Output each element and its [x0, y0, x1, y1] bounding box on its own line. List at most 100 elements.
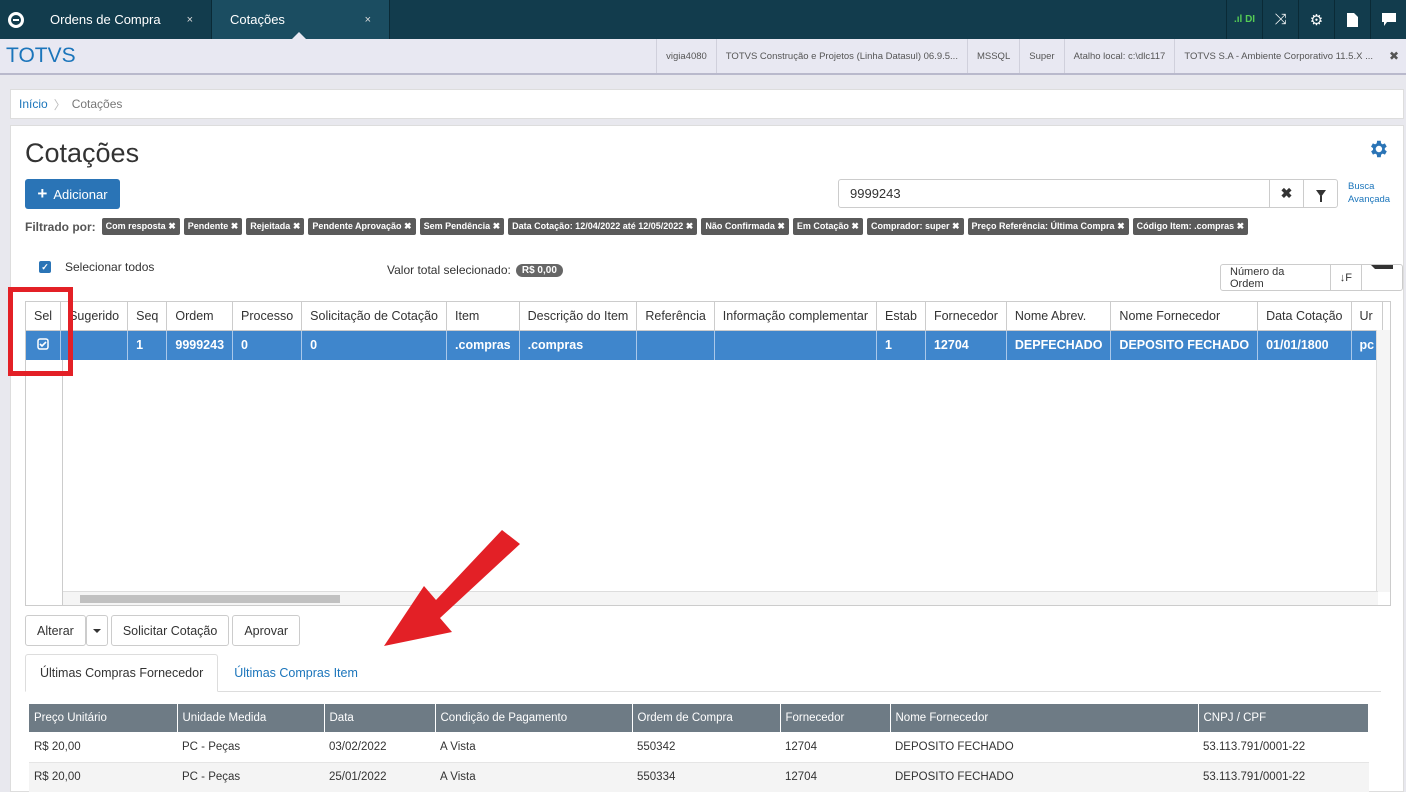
filter-chip[interactable]: Código Item: .compras ✖	[1132, 218, 1249, 235]
close-icon[interactable]: ✖	[1382, 39, 1406, 73]
col-data[interactable]: Data	[324, 704, 436, 732]
col-preco-unitario[interactable]: Preço Unitário	[29, 704, 178, 732]
col-nome-fornecedor[interactable]: Nome Fornecedor	[1110, 302, 1259, 331]
col-condicao-pagamento[interactable]: Condição de Pagamento	[435, 704, 633, 732]
cell-condicao: A Vista	[435, 762, 632, 792]
solicitar-cotacao-button[interactable]: Solicitar Cotação	[110, 615, 230, 646]
advanced-search-line2: Avançada	[1348, 194, 1391, 205]
select-all-checkbox[interactable]: ✓	[39, 261, 51, 273]
col-solicitacao[interactable]: Solicitação de Cotação	[301, 302, 448, 331]
aprovar-button[interactable]: Aprovar	[232, 615, 301, 646]
page-title: Cotações	[25, 138, 140, 168]
horizontal-scrollbar[interactable]	[63, 591, 1378, 605]
order-dropdown-button[interactable]	[1362, 265, 1402, 290]
cell-data-cotacao: 01/01/1800	[1257, 330, 1352, 360]
col-referencia[interactable]: Referência	[636, 302, 715, 331]
cell-data: 25/01/2022	[324, 762, 435, 792]
cell-processo: 0	[232, 330, 303, 360]
col-item[interactable]: Item	[446, 302, 520, 331]
total-value: Valor total selecionado: R$ 0,00	[387, 263, 563, 277]
filter-chip[interactable]: Em Cotação ✖	[792, 218, 863, 235]
cell-nome-fornecedor: DEPOSITO FECHADO	[890, 732, 1198, 763]
filter-chip[interactable]: Não Confirmada ✖	[701, 218, 789, 235]
tab-ultimas-compras-item[interactable]: Últimas Compras Item	[220, 654, 372, 691]
col-cnpj-cpf[interactable]: CNPJ / CPF	[1198, 704, 1369, 732]
info-shortcut: Atalho local: c:\dlc117	[1063, 39, 1175, 73]
top-tab-bar: Ordens de Compra × Cotações × .ıl DI ⤨ ⚙	[0, 0, 1406, 39]
col-descricao[interactable]: Descrição do Item	[519, 302, 638, 331]
cell-nome-fornecedor: DEPOSITO FECHADO	[1110, 330, 1259, 360]
add-button[interactable]: + Adicionar	[25, 179, 120, 209]
filter-chip[interactable]: Pendente ✖	[183, 218, 243, 235]
totvs-logo-icon[interactable]	[0, 0, 32, 39]
cell-info-complementar	[714, 330, 878, 360]
gear-icon[interactable]: ⚙	[1298, 0, 1334, 39]
cell-item: .compras	[446, 330, 520, 360]
info-profile: Super	[1019, 39, 1063, 73]
vertical-scrollbar[interactable]	[1376, 330, 1390, 592]
alterar-dropdown-button[interactable]	[85, 615, 108, 646]
plus-icon: +	[37, 184, 48, 203]
chat-icon[interactable]	[1370, 0, 1406, 39]
funnel-icon	[1315, 190, 1326, 202]
tab-ordens-de-compra[interactable]: Ordens de Compra ×	[32, 0, 212, 39]
select-all[interactable]: ✓ Selecionar todos	[39, 260, 154, 274]
filter-chip[interactable]: Pendente Aprovação ✖	[308, 218, 416, 235]
cell-preco: R$ 20,00	[29, 732, 177, 763]
col-estab[interactable]: Estab	[876, 302, 926, 331]
red-highlight-box	[8, 287, 73, 376]
last-purchases-table: Preço Unitário Unidade Medida Data Condi…	[29, 704, 1369, 792]
tab-cotacoes[interactable]: Cotações ×	[212, 0, 390, 39]
col-info-complementar[interactable]: Informação complementar	[714, 302, 878, 331]
close-icon[interactable]: ×	[187, 14, 193, 26]
col-fornecedor[interactable]: Fornecedor	[925, 302, 1007, 331]
col-fornecedor[interactable]: Fornecedor	[780, 704, 891, 732]
col-ordem-de-compra[interactable]: Ordem de Compra	[632, 704, 781, 732]
breadcrumb: Início 〉 Cotações	[10, 89, 1404, 119]
filter-chip[interactable]: Preço Referência: Última Compra ✖	[967, 218, 1129, 235]
quotations-grid: Sel Sugerido Seq Ordem Processo Solicita…	[25, 301, 1391, 606]
breadcrumb-home-link[interactable]: Início	[19, 97, 48, 111]
cell-ordem: 550342	[632, 732, 780, 763]
breadcrumb-current: Cotações	[71, 97, 123, 111]
table-row[interactable]: 1 9999243 0 0 .compras .compras 1 12704 …	[26, 330, 1384, 360]
detail-tabs: Últimas Compras Fornecedor Últimas Compr…	[25, 654, 1381, 692]
info-database: MSSQL	[966, 39, 1019, 73]
search-input[interactable]: 9999243	[838, 179, 1270, 208]
cell-fornecedor: 12704	[925, 330, 1007, 360]
col-nome-abrev[interactable]: Nome Abrev.	[1006, 302, 1112, 331]
tab-ultimas-compras-fornecedor[interactable]: Últimas Compras Fornecedor	[25, 654, 219, 692]
col-un[interactable]: Ur	[1351, 302, 1384, 331]
sort-icon[interactable]: ↓F	[1331, 265, 1362, 290]
order-by-button[interactable]: Número da Ordem	[1221, 265, 1331, 290]
cell-unidade: PC - Peças	[177, 762, 324, 792]
col-processo[interactable]: Processo	[232, 302, 303, 331]
alterar-button[interactable]: Alterar	[25, 615, 86, 646]
close-icon[interactable]: ×	[365, 14, 371, 26]
filter-chip[interactable]: Com resposta ✖	[101, 218, 180, 235]
table-row[interactable]: R$ 20,00 PC - Peças 03/02/2022 A Vista 5…	[29, 732, 1369, 763]
table-row[interactable]: R$ 20,00 PC - Peças 25/01/2022 A Vista 5…	[29, 762, 1369, 792]
signal-icon[interactable]: .ıl DI	[1226, 0, 1262, 39]
shuffle-icon[interactable]: ⤨	[1262, 0, 1298, 39]
col-unidade-medida[interactable]: Unidade Medida	[177, 704, 325, 732]
document-icon[interactable]	[1334, 0, 1370, 39]
cell-cnpj: 53.113.791/0001-22	[1198, 732, 1369, 763]
tab-label: Cotações	[230, 12, 285, 27]
cell-condicao: A Vista	[435, 732, 632, 763]
filter-chip[interactable]: Rejeitada ✖	[246, 218, 305, 235]
col-seq[interactable]: Seq	[127, 302, 168, 331]
col-data-cotacao[interactable]: Data Cotação	[1257, 302, 1352, 331]
filter-chip[interactable]: Data Cotação: 12/04/2022 até 12/05/2022 …	[508, 218, 698, 235]
scrollbar-thumb[interactable]	[80, 595, 340, 603]
filter-chip[interactable]: Comprador: super ✖	[866, 218, 964, 235]
col-ordem[interactable]: Ordem	[166, 302, 234, 331]
filter-chip[interactable]: Sem Pendência ✖	[419, 218, 505, 235]
filter-button[interactable]	[1303, 179, 1338, 208]
col-nome-fornecedor[interactable]: Nome Fornecedor	[890, 704, 1199, 732]
filter-label: Filtrado por:	[25, 219, 96, 234]
settings-gear-icon[interactable]	[1367, 138, 1389, 160]
advanced-search-link[interactable]: Busca Avançada	[1348, 180, 1390, 206]
main-panel: Cotações + Adicionar 9999243 ✖ Busca Ava…	[10, 125, 1404, 792]
clear-search-button[interactable]: ✖	[1269, 179, 1304, 208]
